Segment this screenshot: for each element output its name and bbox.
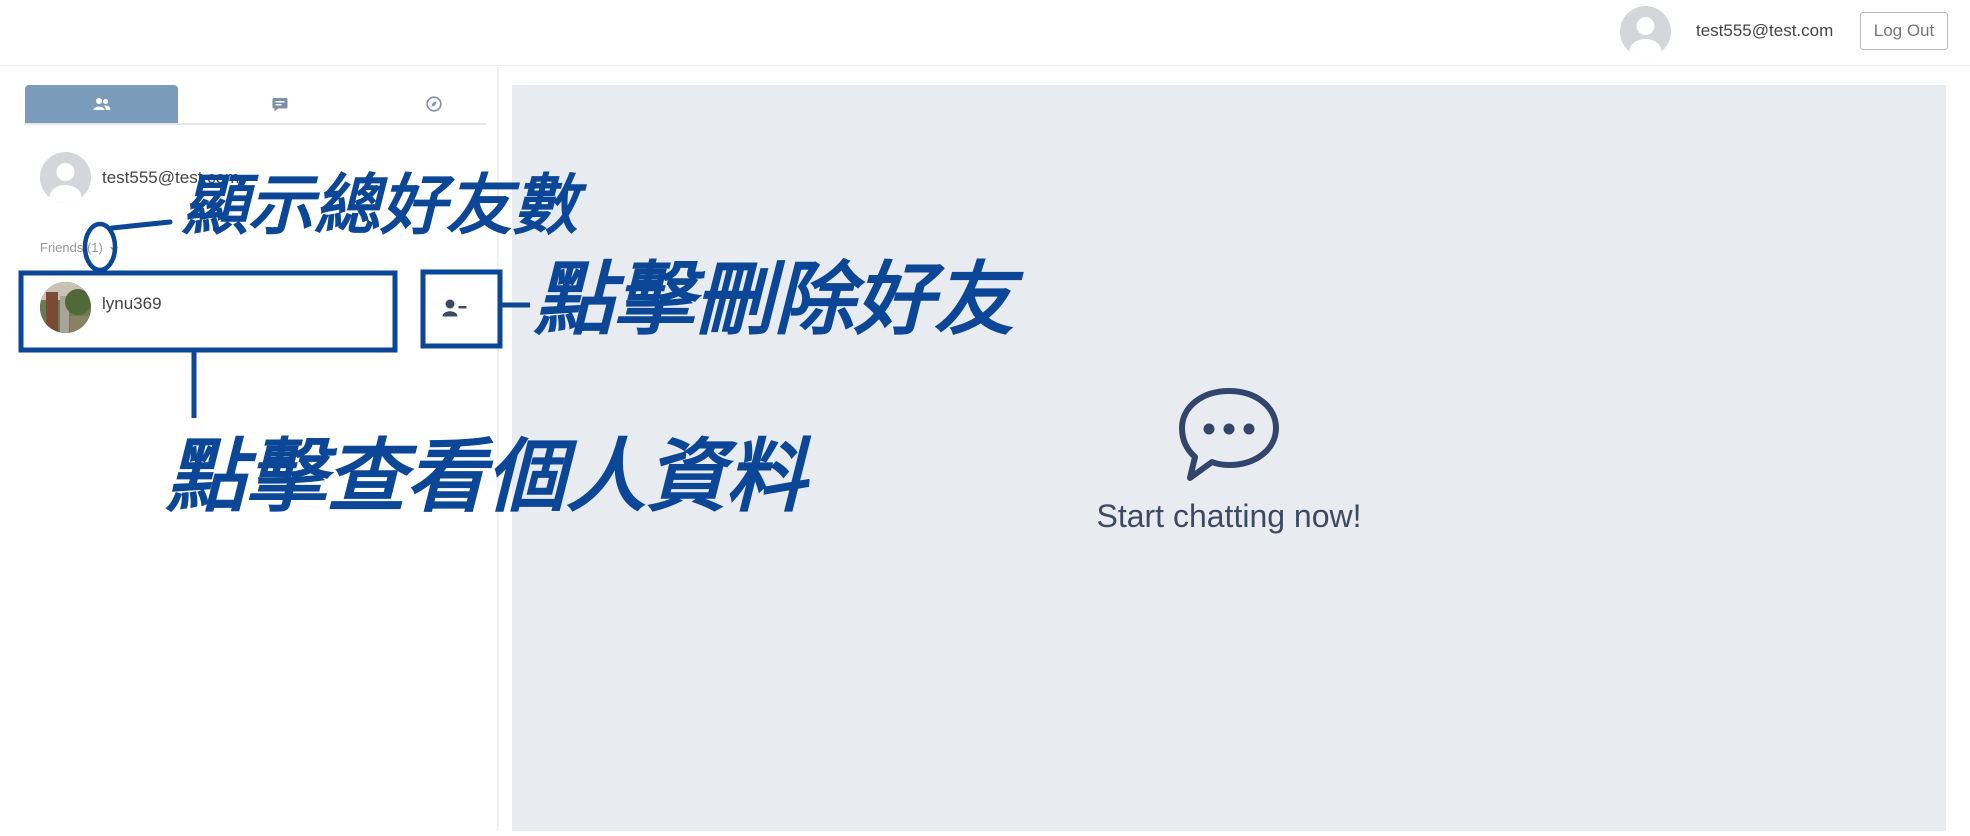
sidebar-tabs — [25, 85, 486, 125]
tab-chats[interactable] — [203, 85, 356, 123]
chat-area: Start chatting now! — [512, 85, 1946, 831]
chat-icon — [272, 97, 287, 111]
sidebar: test555@test.com Friends (1) lynu369 — [0, 67, 499, 831]
compass-icon — [425, 96, 442, 112]
friends-count-label: Friends (1) — [40, 240, 103, 255]
user-avatar[interactable] — [1620, 6, 1671, 57]
tab-friends[interactable] — [25, 85, 178, 123]
current-user: test555@test.com — [40, 152, 480, 206]
empty-state-text: Start chatting now! — [1096, 498, 1362, 534]
photo-avatar-icon — [40, 282, 91, 333]
me-avatar — [40, 152, 91, 203]
chevron-down-icon — [110, 246, 119, 252]
friends-count-toggle[interactable]: Friends (1) — [40, 240, 119, 255]
tab-explore[interactable] — [357, 85, 510, 123]
top-bar: test555@test.com Log Out — [0, 0, 1970, 66]
chat-bubble-icon — [1179, 388, 1279, 481]
user-minus-icon — [442, 299, 467, 317]
me-email: test555@test.com — [102, 168, 240, 187]
empty-state — [512, 387, 1946, 488]
default-avatar-icon — [49, 163, 82, 203]
header-user-email: test555@test.com — [1696, 21, 1834, 40]
remove-friend-button[interactable] — [438, 291, 472, 325]
friend-avatar — [40, 282, 91, 333]
logout-button[interactable]: Log Out — [1860, 12, 1948, 50]
default-avatar-icon — [1629, 17, 1662, 57]
friend-list-item[interactable]: lynu369 — [40, 279, 380, 335]
friend-name: lynu369 — [102, 294, 162, 313]
friends-icon — [93, 98, 110, 110]
